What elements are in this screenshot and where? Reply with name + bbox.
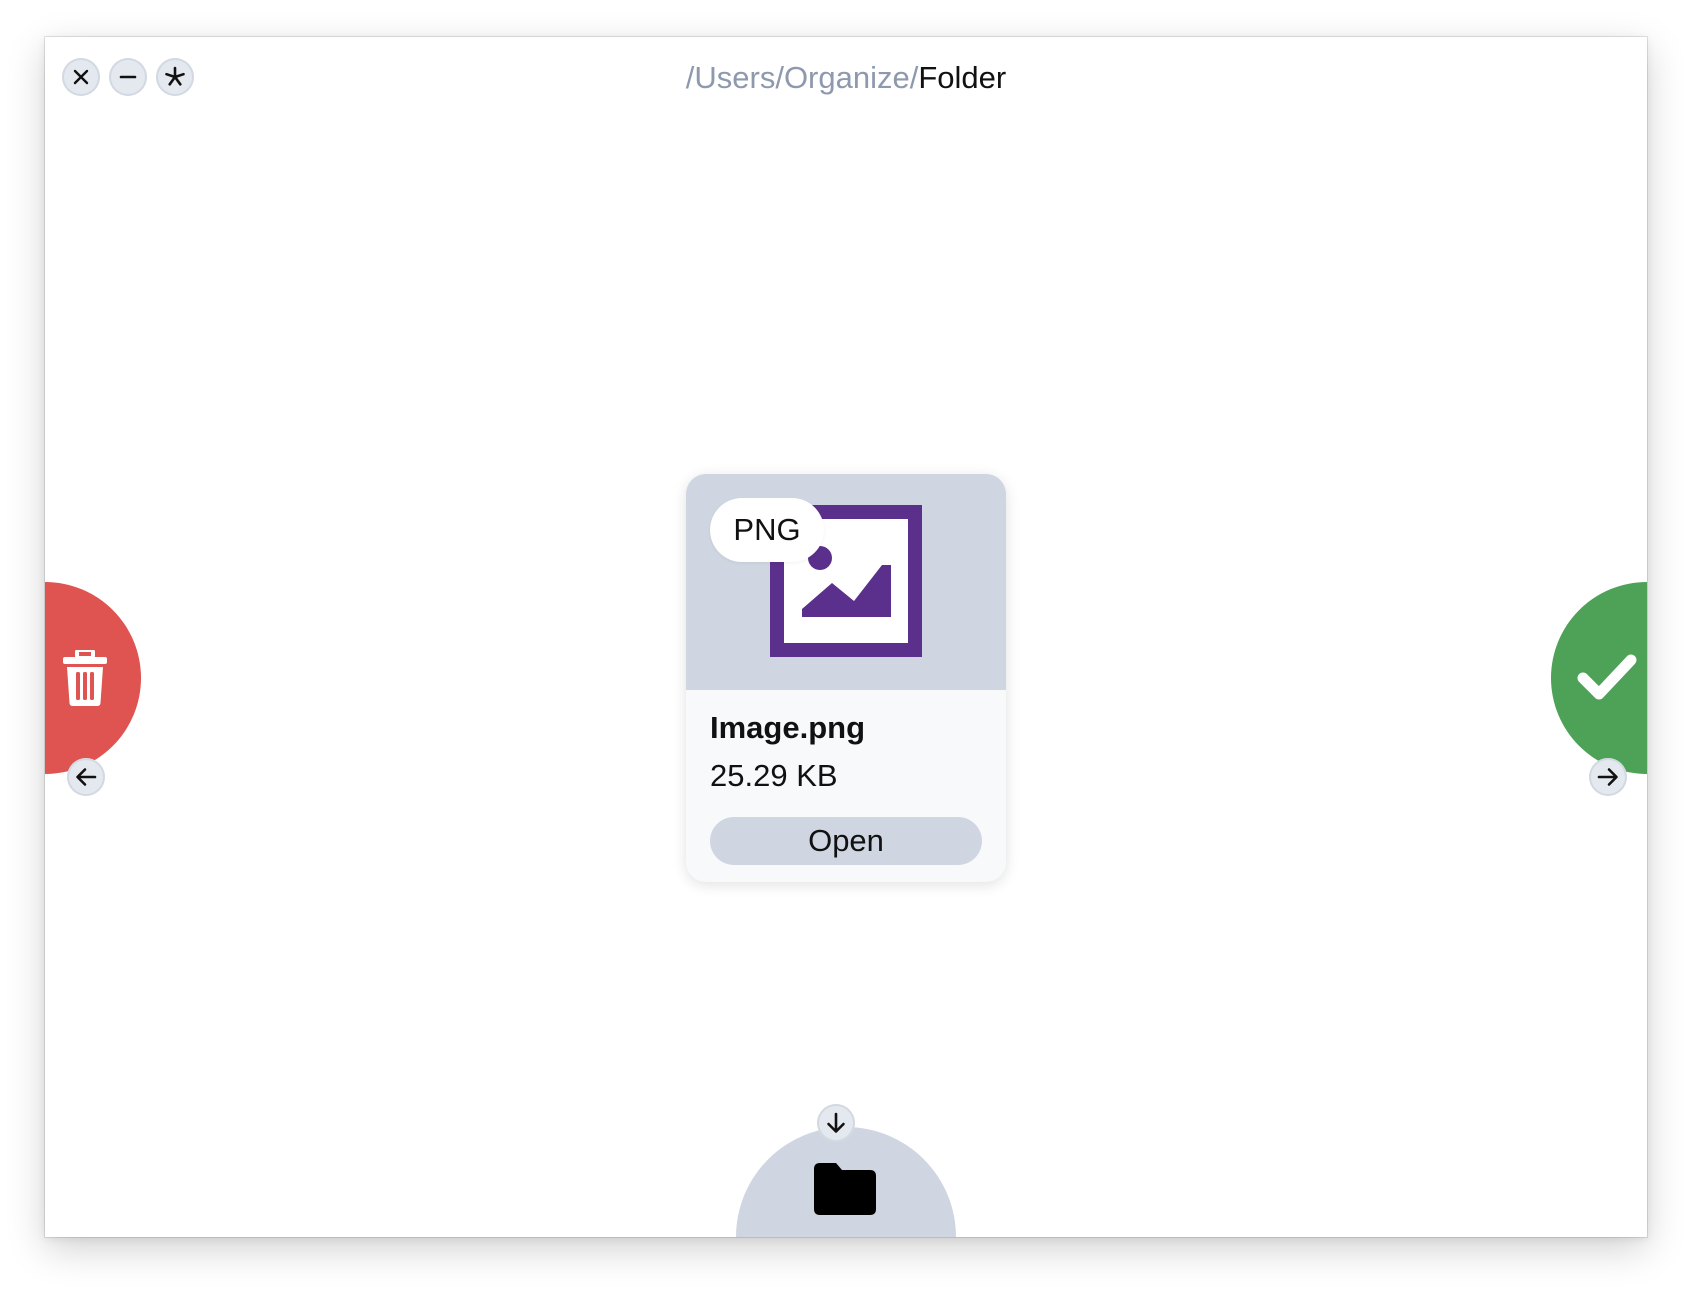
app-window: /Users/Organize/Folder PNG Image.png 25.…	[45, 37, 1647, 1237]
file-preview: PNG	[686, 474, 1006, 690]
file-type-badge: PNG	[710, 498, 824, 562]
breadcrumb: /Users/Organize/Folder	[45, 59, 1647, 97]
folder-icon	[814, 1163, 876, 1215]
checkmark-icon	[1577, 654, 1637, 700]
trash-icon	[63, 648, 107, 706]
move-left-button[interactable]	[67, 758, 105, 796]
open-button[interactable]: Open	[710, 817, 982, 865]
file-card[interactable]: PNG Image.png 25.29 KB Open	[686, 474, 1006, 882]
breadcrumb-current-folder: Folder	[918, 60, 1007, 95]
arrow-right-icon	[1597, 768, 1618, 786]
delete-drop-zone[interactable]	[45, 582, 141, 774]
move-down-button[interactable]	[817, 1104, 855, 1142]
file-name: Image.png	[710, 710, 866, 745]
file-size: 25.29 KB	[710, 758, 838, 793]
move-right-button[interactable]	[1589, 758, 1627, 796]
arrow-left-icon	[76, 768, 97, 786]
breadcrumb-path[interactable]: /Users/Organize/	[686, 60, 919, 95]
keep-drop-zone[interactable]	[1551, 582, 1647, 774]
arrow-down-icon	[827, 1112, 845, 1133]
folder-drop-zone[interactable]	[736, 1127, 956, 1237]
